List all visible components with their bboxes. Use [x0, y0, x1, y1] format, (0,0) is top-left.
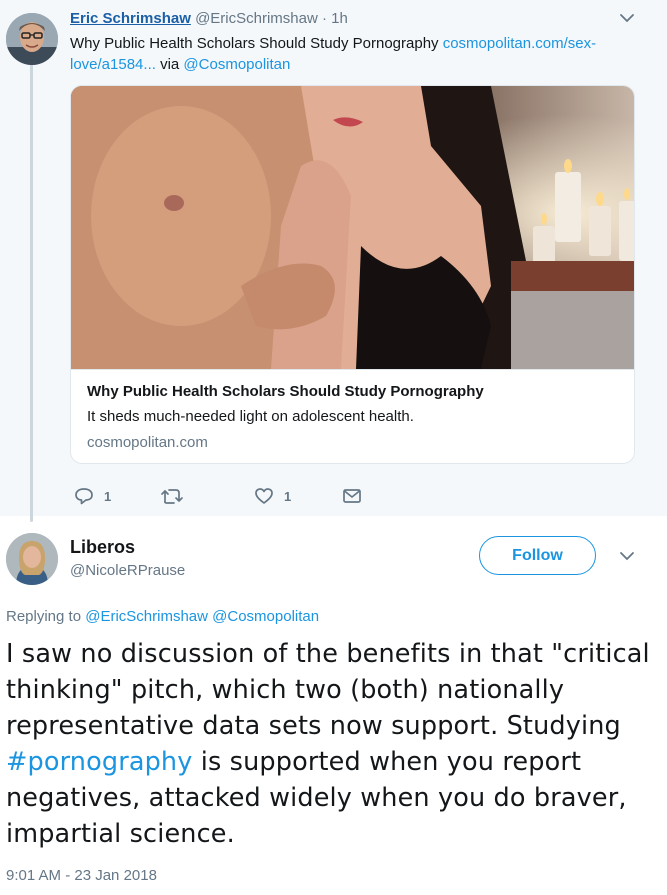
card-description: It sheds much-needed light on adolescent… [87, 408, 414, 425]
separator-dot: · [321, 10, 327, 27]
follow-button[interactable]: Follow [479, 536, 596, 575]
reply-action[interactable]: 1 [74, 487, 111, 505]
replying-to: Replying to @EricSchrimshaw @Cosmopolita… [6, 607, 319, 627]
author-name[interactable]: Eric Schrimshaw [70, 10, 191, 27]
retweet-action[interactable] [160, 487, 194, 505]
thread-connector-line [30, 64, 33, 522]
card-title: Why Public Health Scholars Should Study … [87, 383, 484, 400]
dm-envelope-icon [343, 489, 361, 503]
reply-icon [75, 488, 93, 505]
main-tweet-text: I saw no discussion of the benefits in t… [6, 636, 656, 852]
chevron-down-icon[interactable] [618, 11, 636, 25]
tweet-text-part-1: I saw no discussion of the benefits in t… [6, 639, 650, 741]
reply-count: 1 [104, 488, 112, 504]
card-image[interactable] [71, 86, 634, 369]
author-handle[interactable]: @NicoleRPrause [70, 561, 185, 581]
tweet-time[interactable]: 1h [331, 10, 348, 27]
author-handle[interactable]: @EricSchrimshaw [195, 10, 318, 27]
tweet-text-plain: Why Public Health Scholars Should Study … [70, 35, 443, 52]
tweet-text-via: via [155, 56, 184, 73]
direct-message-action[interactable] [342, 488, 362, 504]
parent-tweet-text: Why Public Health Scholars Should Study … [70, 33, 630, 75]
retweet-icon [161, 489, 183, 504]
chevron-down-icon[interactable] [618, 549, 636, 563]
avatar-eric-schrimshaw[interactable] [6, 13, 58, 65]
parent-tweet-header: Eric Schrimshaw @EricSchrimshaw · 1h [70, 9, 627, 29]
replying-to-label: Replying to [6, 608, 86, 625]
hashtag-link[interactable]: #pornography [6, 747, 193, 777]
mention-link[interactable]: @Cosmopolitan [183, 56, 290, 73]
like-action[interactable]: 1 [254, 487, 291, 505]
replying-to-user-2[interactable]: @Cosmopolitan [212, 608, 319, 625]
card-domain: cosmopolitan.com [87, 434, 208, 451]
tweet-timestamp[interactable]: 9:01 AM - 23 Jan 2018 [6, 866, 157, 886]
author-name[interactable]: Liberos [70, 536, 135, 558]
link-preview-card[interactable]: Why Public Health Scholars Should Study … [70, 85, 635, 464]
card-body[interactable]: Why Public Health Scholars Should Study … [71, 369, 634, 463]
replying-to-user-1[interactable]: @EricSchrimshaw [85, 608, 208, 625]
parent-tweet[interactable]: Eric Schrimshaw @EricSchrimshaw · 1h Why… [0, 0, 667, 522]
avatar-liberos[interactable] [6, 533, 58, 585]
like-count: 1 [284, 488, 292, 504]
heart-icon [255, 488, 273, 504]
